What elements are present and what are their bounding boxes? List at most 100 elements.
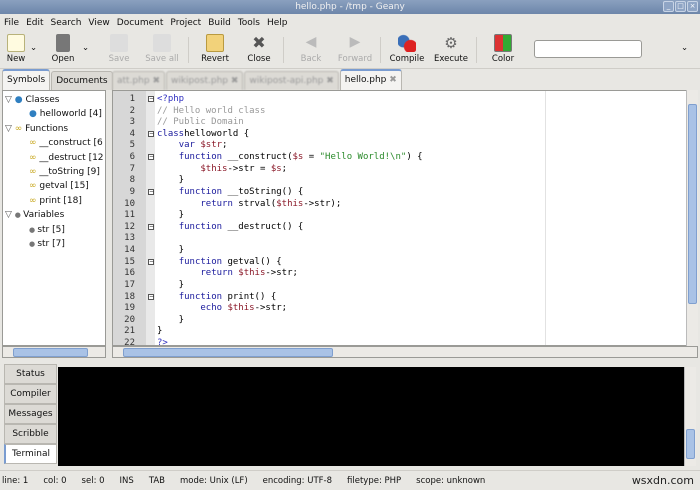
line-number: 6	[129, 152, 135, 163]
terminal-panel[interactable]	[58, 367, 684, 466]
new-dropdown-icon[interactable]: ⌄	[30, 43, 37, 53]
save-button[interactable]: Save	[106, 34, 132, 64]
tab-terminal[interactable]: Terminal	[4, 444, 57, 464]
tab-close-icon[interactable]: ✖	[228, 76, 239, 86]
code-token: ) {	[406, 152, 423, 163]
status-item: encoding: UTF-8	[262, 475, 333, 486]
fold-toggle-icon[interactable]: −	[148, 293, 154, 300]
tab-file[interactable]: wikipost-api.php ✖	[244, 71, 339, 90]
line-number: 20	[124, 314, 135, 325]
line-number: 10	[124, 198, 135, 209]
tab-file[interactable]: hello.php ✖	[339, 69, 402, 90]
color-button[interactable]: Color	[489, 34, 517, 64]
tab-messages[interactable]: Messages	[4, 404, 57, 424]
menu-search[interactable]: Search	[51, 18, 82, 28]
sidebar-tabs: Symbols Documents	[2, 69, 114, 90]
minimize-button[interactable]: _	[663, 1, 674, 12]
code-line: }	[157, 175, 184, 185]
tree-item[interactable]: ● str [5]	[29, 223, 65, 237]
code-editor[interactable]: 1 <?php −2// Hello world class 3// Public D…	[112, 90, 687, 346]
save-icon	[110, 34, 128, 52]
line-number: 19	[124, 303, 135, 314]
menu-view[interactable]: View	[88, 18, 109, 28]
code-line: // Hello world class	[157, 106, 265, 116]
expander-icon[interactable]: ▽	[5, 124, 15, 134]
terminal-vscrollbar[interactable]	[684, 367, 696, 466]
code-token: ;	[222, 140, 228, 151]
code-line: ?>	[157, 338, 168, 345]
editor-vscrollbar[interactable]	[686, 90, 698, 346]
forward-arrow-icon: ▶	[349, 34, 361, 50]
fold-toggle-icon[interactable]: −	[148, 130, 154, 137]
line-number: 7	[129, 163, 135, 174]
code-token: getval() {	[222, 256, 282, 267]
title-bar: hello.php - /tmp - Geany _ □ ×	[0, 0, 700, 14]
tab-documents[interactable]: Documents	[51, 71, 113, 90]
tree-item[interactable]: ▽ ∞ Functions	[5, 122, 68, 136]
execute-button[interactable]: ⚙ Execute	[432, 34, 470, 64]
open-dropdown-icon[interactable]: ⌄	[82, 43, 89, 53]
tab-scribble[interactable]: Scribble	[4, 424, 57, 444]
tree-item[interactable]: ∞ __construct [6	[29, 136, 103, 150]
code-line: // Public Domain	[157, 117, 244, 127]
code-token: function	[178, 291, 223, 302]
toolbar-overflow-icon[interactable]: ⌄	[681, 43, 688, 53]
code-token: $s	[292, 152, 304, 163]
tab-label: att.php	[117, 76, 150, 86]
tree-item[interactable]: ● str [7]	[29, 237, 65, 251]
expander-icon[interactable]: ▽	[5, 210, 15, 220]
new-button[interactable]: New	[4, 34, 28, 64]
save-all-button[interactable]: Save all	[144, 34, 180, 64]
tree-item[interactable]: ∞ getval [15]	[29, 179, 89, 193]
tree-item[interactable]: ▽ ● Variables	[5, 208, 64, 222]
tab-close-icon[interactable]: ✖	[386, 75, 397, 85]
fold-toggle-icon[interactable]: −	[148, 154, 154, 161]
compile-button[interactable]: Compile	[388, 34, 426, 64]
line-number: 11	[124, 210, 135, 221]
close-button[interactable]: ✖ Close	[245, 34, 273, 65]
code-line: <?php	[157, 94, 184, 104]
revert-button[interactable]: Revert	[200, 34, 230, 64]
tab-file[interactable]: wikipost.php ✖	[165, 71, 244, 90]
status-item: INS	[119, 475, 134, 486]
tree-item[interactable]: ∞ __toString [9]	[29, 165, 100, 179]
tree-item[interactable]: ▽ ● Classes	[5, 93, 59, 107]
tab-symbols[interactable]: Symbols	[2, 69, 51, 90]
tree-item[interactable]: ∞ print [18]	[29, 194, 82, 208]
line-number: 21	[124, 326, 135, 337]
fold-toggle-icon[interactable]: −	[148, 96, 154, 102]
sidebar-hscrollbar[interactable]	[2, 346, 106, 358]
tab-status[interactable]: Status	[4, 364, 57, 384]
forward-button[interactable]: ▶ Forward	[336, 34, 374, 64]
maximize-button[interactable]: □	[675, 1, 686, 12]
menu-project[interactable]: Project	[170, 18, 201, 28]
menu-file[interactable]: File	[4, 18, 19, 28]
tab-compiler[interactable]: Compiler	[4, 384, 57, 404]
fold-toggle-icon[interactable]: −	[148, 188, 154, 195]
menu-edit[interactable]: Edit	[26, 18, 43, 28]
code-token: }	[157, 326, 163, 337]
expander-icon[interactable]: ▽	[5, 95, 15, 105]
editor-hscrollbar[interactable]	[112, 346, 698, 358]
close-window-button[interactable]: ×	[687, 1, 698, 12]
back-button[interactable]: ◀ Back	[298, 34, 324, 64]
tree-item[interactable]: ∞ __destruct [12	[29, 151, 104, 165]
menu-build[interactable]: Build	[208, 18, 231, 28]
menu-help[interactable]: Help	[267, 18, 288, 28]
fold-toggle-icon[interactable]: −	[148, 223, 154, 230]
fold-toggle-icon[interactable]: −	[148, 258, 154, 265]
code-token: var	[178, 140, 195, 151]
save-label: Save	[108, 54, 130, 64]
tab-close-icon[interactable]: ✖	[150, 76, 160, 86]
open-button[interactable]: Open	[50, 34, 76, 64]
tab-close-icon[interactable]: ✖	[323, 76, 334, 86]
tab-file[interactable]: att.php ✖	[112, 71, 165, 90]
color-picker-icon	[494, 34, 512, 52]
menu-tools[interactable]: Tools	[238, 18, 260, 28]
search-input[interactable]	[534, 40, 642, 58]
line-number: 16	[124, 268, 135, 279]
menu-document[interactable]: Document	[117, 18, 164, 28]
line-number: 4	[129, 128, 135, 139]
tree-item[interactable]: ● helloworld [4]	[29, 107, 102, 121]
